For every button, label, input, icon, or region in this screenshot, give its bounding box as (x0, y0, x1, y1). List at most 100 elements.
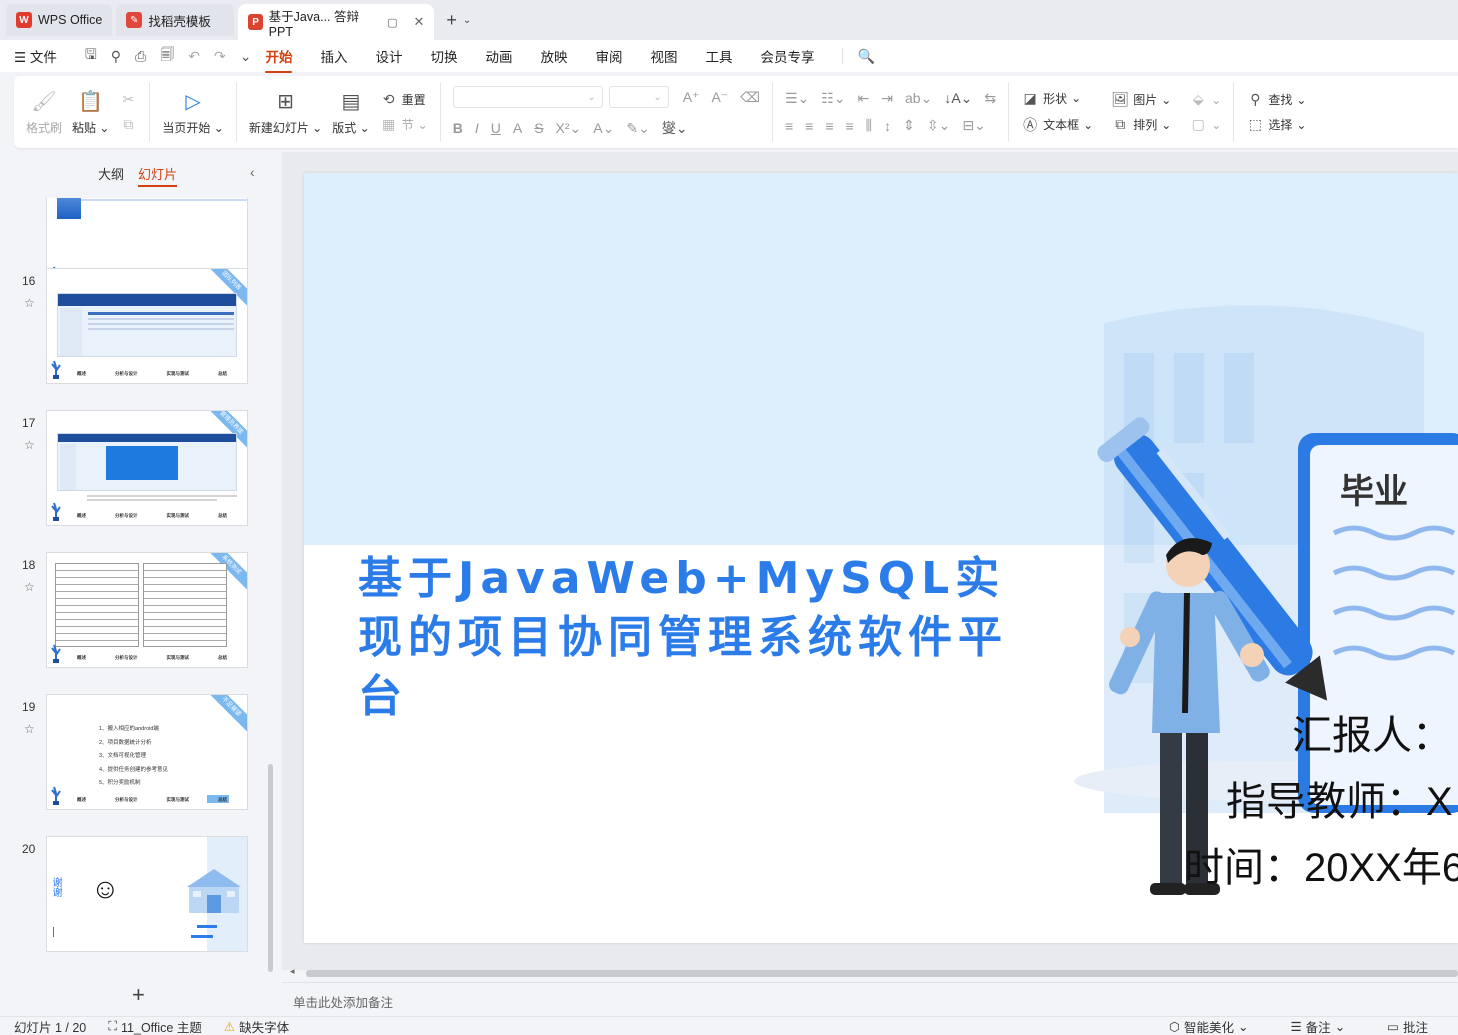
slide-thumbnail-17[interactable]: 管理员界面 概述 分析与设计 实现与测试 总结 (46, 410, 248, 526)
format-painter-button[interactable]: 🖌 格式刷 (26, 89, 62, 136)
beautify-button[interactable]: ⬡ 智能美化 ⌄ (1169, 1017, 1248, 1035)
slide-title[interactable]: 基于JavaWeb+MySQL实现的项目协同管理系统软件平台 (358, 549, 1038, 726)
notes-field[interactable]: 单击此处添加备注 (282, 982, 1458, 1016)
slide-thumbnail-20[interactable]: 谢谢 ☺ (46, 836, 248, 952)
picture-button[interactable]: 🖼 图片 ⌄ (1111, 91, 1171, 108)
paste-button[interactable]: 📋 粘贴 ⌄ (72, 89, 109, 136)
reset-button[interactable]: ⟲ 重置 (380, 91, 428, 108)
slide-number: 17 (22, 416, 36, 430)
monitor-icon[interactable]: ▢ (387, 16, 397, 29)
notes-toggle-button[interactable]: ☰ 备注 ⌄ (1290, 1017, 1345, 1035)
slide-thumbnail-18[interactable]: 系统测试 概述 分析与设计 实现与测试 总结 (46, 552, 248, 668)
missing-font-button[interactable]: ⚠ 缺失字体 (224, 1017, 289, 1035)
superscript-icon[interactable]: X²⌄ (556, 120, 582, 137)
text-direction-icon[interactable]: ab⌄ (905, 90, 932, 107)
tab-current-document[interactable]: P 基于Java... 答辩PPT ▢ ✕ (238, 4, 435, 40)
scroll-left-icon[interactable]: ◂ (290, 966, 295, 977)
font-color-icon[interactable]: A⌄ (593, 120, 614, 137)
tab-wps-office[interactable]: W WPS Office (6, 4, 113, 36)
menu-tools[interactable]: 工具 (705, 46, 732, 66)
search-icon[interactable]: 🔍 (857, 48, 874, 65)
menu-view[interactable]: 视图 (650, 46, 677, 66)
align-right-icon[interactable]: ≡ (825, 118, 833, 134)
share-icon[interactable]: ⚲ (111, 48, 121, 65)
tab-outline[interactable]: 大纲 (98, 164, 124, 187)
comments-button[interactable]: ▭ 批注 (1387, 1017, 1428, 1035)
textbox-button[interactable]: Ⓐ 文本框 ⌄ (1021, 115, 1093, 135)
select-button[interactable]: ⬚ 选择 ⌄ (1246, 116, 1307, 133)
more-chevron-icon[interactable]: ⌄ (240, 48, 252, 65)
star-icon[interactable]: ☆ (24, 580, 35, 594)
menu-insert[interactable]: 插入 (320, 46, 347, 66)
new-tab-button[interactable]: + ⌄ (446, 4, 471, 36)
highlight-icon[interactable]: ✎⌄ (626, 120, 649, 137)
collapse-panel-icon[interactable]: ‹ (250, 164, 255, 180)
save-icon[interactable]: 🖫 (85, 44, 97, 68)
current-slide[interactable]: 毕业 基于JavaWeb+MySQL实现的项目协同管理系统软件平台 汇报人： 指… (304, 173, 1458, 943)
print-icon[interactable]: ⎙ (135, 48, 146, 65)
menu-design[interactable]: 设计 (375, 46, 402, 66)
line-spacing-icon[interactable]: ↕ (884, 118, 891, 134)
font-size-select[interactable]: ⌄ (608, 86, 669, 108)
theme-button[interactable]: ⛶ 11_Office 主题 (108, 1017, 202, 1035)
decrease-indent-icon[interactable]: ⇤ (858, 90, 870, 107)
menu-home[interactable]: 开始 (265, 46, 293, 73)
redo-icon[interactable]: ↷ (214, 48, 226, 65)
reporter-text[interactable]: 汇报人： (1292, 703, 1452, 761)
bullet-list-icon[interactable]: ☰⌄ (785, 90, 809, 107)
menu-review[interactable]: 审阅 (595, 46, 622, 66)
from-current-button[interactable]: ▷ 当页开始 ⌄ (162, 89, 223, 136)
layout-button[interactable]: ▤ 版式 ⌄ (332, 89, 369, 136)
cut-button[interactable]: ✂ (119, 91, 137, 108)
paragraph-spacing-icon[interactable]: ⇕ (903, 117, 915, 134)
tab-template[interactable]: ✎ 找稻壳模板 (116, 4, 235, 36)
slide-thumbnail-16[interactable]: 团队列表 概述 分析与设计 实现与测试 总结 (46, 268, 248, 384)
strikethrough-icon[interactable]: S (534, 120, 543, 136)
italic-icon[interactable]: I (475, 120, 479, 136)
add-slide-button[interactable]: + (132, 982, 145, 1008)
bold-icon[interactable]: B (453, 120, 463, 136)
copy-button[interactable]: ⧉ (119, 116, 137, 133)
underline-icon[interactable]: U (491, 120, 501, 136)
horizontal-scrollbar[interactable] (306, 970, 1458, 977)
strikethrough-a-icon[interactable]: A (513, 120, 522, 136)
menu-animation[interactable]: 动画 (485, 46, 512, 66)
vertical-align-icon[interactable]: ⊟⌄ (962, 117, 985, 134)
find-button[interactable]: ⚲ 查找 ⌄ (1246, 91, 1306, 108)
menu-slideshow[interactable]: 放映 (540, 46, 567, 66)
undo-icon[interactable]: ↶ (188, 48, 200, 65)
panel-scrollbar[interactable] (268, 764, 273, 972)
distribute-icon[interactable]: ⫼ (866, 117, 872, 134)
outline-button[interactable]: ▢ ⌄ (1189, 116, 1222, 133)
file-menu[interactable]: ☰ 文件 (14, 46, 57, 66)
new-slide-button[interactable]: ⊞ 新建幻灯片 ⌄ (249, 89, 322, 136)
columns-icon[interactable]: ⇳⌄ (927, 117, 950, 134)
menu-member[interactable]: 会员专享 (760, 46, 814, 66)
font-family-select[interactable]: ⌄ (452, 86, 603, 108)
shape-button[interactable]: ◪ 形状 ⌄ (1021, 90, 1093, 107)
justify-icon[interactable]: ≡ (846, 118, 854, 134)
align-center-icon[interactable]: ≡ (805, 118, 813, 134)
phonetic-icon[interactable]: 燮⌄ (662, 118, 688, 138)
convert-icon[interactable]: ⇆ (984, 90, 996, 107)
slide-thumbnail-19[interactable]: 不足展望 1、搬入相应的android端 2、项目数据统计分析 3、文档可视化管… (46, 694, 248, 810)
increase-indent-icon[interactable]: ⇥ (881, 90, 893, 107)
increase-font-icon[interactable]: A⁺ (683, 89, 700, 106)
decrease-font-icon[interactable]: A⁻ (711, 89, 728, 106)
star-icon[interactable]: ☆ (24, 296, 35, 310)
tab-slides[interactable]: 幻灯片 (138, 164, 178, 187)
star-icon[interactable]: ☆ (24, 722, 35, 736)
teacher-text[interactable]: 指导教师：X (1226, 769, 1453, 827)
numbered-list-icon[interactable]: ☷⌄ (821, 90, 845, 107)
close-icon[interactable]: ✕ (413, 14, 424, 30)
sort-icon[interactable]: ↓A⌄ (944, 90, 972, 107)
clear-format-icon[interactable]: ⌫ (740, 89, 760, 106)
menu-transition[interactable]: 切换 (430, 46, 457, 66)
arrange-button[interactable]: ⧉ 排列 ⌄ (1111, 116, 1171, 133)
time-text[interactable]: 时间：20XX年6 (1184, 835, 1458, 893)
print-preview-icon[interactable]: 🗐 (160, 44, 174, 68)
star-icon[interactable]: ☆ (24, 438, 35, 452)
fill-button[interactable]: ⬙ ⌄ (1189, 91, 1221, 108)
align-left-icon[interactable]: ≡ (785, 118, 793, 134)
section-button[interactable]: ▦ 节 ⌄ (380, 116, 428, 133)
